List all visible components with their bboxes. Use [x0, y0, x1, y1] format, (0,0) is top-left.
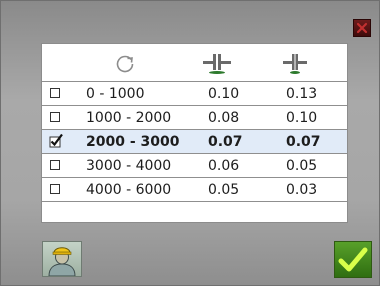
- row-range: 1000 - 2000: [86, 109, 172, 126]
- row-checkbox[interactable]: [50, 184, 60, 194]
- row-range: 4000 - 6000: [86, 181, 172, 198]
- worker-helmet-icon: [48, 247, 76, 277]
- row-value-2: 0.13: [286, 85, 318, 102]
- close-x-icon: [356, 22, 368, 34]
- row-value-2: 0.03: [286, 181, 318, 198]
- row-checkbox[interactable]: [50, 112, 60, 122]
- row-value-1: 0.10: [208, 85, 240, 102]
- checkmark-icon: [338, 247, 368, 271]
- narrow-clamp-icon[interactable]: [280, 53, 310, 75]
- table-row[interactable]: 1000 - 2000 0.08 0.10: [42, 106, 347, 130]
- row-range: 0 - 1000: [86, 85, 145, 102]
- confirm-button[interactable]: [334, 241, 372, 278]
- row-value-1: 0.07: [208, 133, 243, 150]
- speed-table: 0 - 1000 0.10 0.13 1000 - 2000 0.08 0.10…: [41, 43, 348, 223]
- table-row[interactable]: 0 - 1000 0.10 0.13: [42, 82, 347, 106]
- table-row-selected[interactable]: 2000 - 3000 0.07 0.07: [42, 130, 347, 154]
- row-checkbox[interactable]: [50, 160, 60, 170]
- row-value-2: 0.07: [286, 133, 321, 150]
- table-row[interactable]: 4000 - 6000 0.05 0.03: [42, 178, 347, 202]
- checked-checkbox-icon[interactable]: [48, 132, 64, 148]
- table-header: [42, 44, 347, 82]
- dialog-frame: 0 - 1000 0.10 0.13 1000 - 2000 0.08 0.10…: [0, 0, 380, 286]
- table-row[interactable]: 3000 - 4000 0.06 0.05: [42, 154, 347, 178]
- row-value-2: 0.05: [286, 157, 318, 174]
- refresh-icon[interactable]: [114, 53, 136, 75]
- row-range: 2000 - 3000: [86, 133, 180, 150]
- wide-clamp-icon[interactable]: [202, 53, 232, 75]
- row-value-1: 0.08: [208, 109, 240, 126]
- row-value-1: 0.05: [208, 181, 240, 198]
- row-value-1: 0.06: [208, 157, 240, 174]
- row-value-2: 0.10: [286, 109, 318, 126]
- row-checkbox[interactable]: [50, 88, 60, 98]
- close-button[interactable]: [353, 19, 371, 37]
- operator-button[interactable]: [42, 241, 82, 277]
- row-range: 3000 - 4000: [86, 157, 172, 174]
